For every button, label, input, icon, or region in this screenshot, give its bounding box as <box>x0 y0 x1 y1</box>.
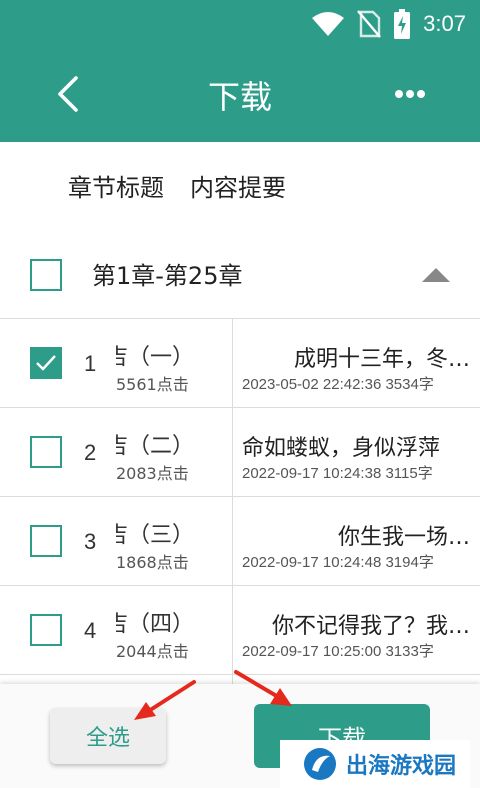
click-count: 1868点击 <box>116 553 189 572</box>
check-icon <box>36 355 56 371</box>
chapter-list: 1 吉（一） 5561点击 成明十三年，冬… 2023-05-02 22:42:… <box>0 318 480 684</box>
watermark-logo-icon <box>304 748 336 780</box>
chapter-title-cell: 吉（四） 2044点击 <box>116 586 230 674</box>
app-header: 3:07 下载 <box>0 0 480 142</box>
chapter-summary: 你不记得我了？我… <box>271 614 470 639</box>
status-time: 3:07 <box>423 11 466 36</box>
chapter-group-header[interactable]: 第1章-第25章 <box>0 248 480 304</box>
chapter-summary: 命如蝼蚁，身似浮萍 <box>242 436 441 461</box>
tab-content-summary[interactable]: 内容提要 <box>190 168 286 203</box>
tab-chapter-title[interactable]: 章节标题 <box>68 168 164 203</box>
watermark-logo: 出海游戏园 <box>280 740 470 788</box>
row-checkbox[interactable] <box>30 347 62 379</box>
chapter-meta: 2022-09-17 10:24:48 3194字 <box>242 554 434 571</box>
watermark-text: 出海游戏园 <box>346 754 457 779</box>
wifi-icon <box>312 12 345 36</box>
chapter-title-cell: 吉（二） 2083点击 <box>116 408 230 496</box>
row-checkbox[interactable] <box>30 436 62 468</box>
row-checkbox[interactable] <box>30 614 62 646</box>
chapter-meta: 2023-05-02 22:42:36 3534字 <box>242 376 434 393</box>
click-count: 2083点击 <box>116 464 189 483</box>
group-checkbox[interactable] <box>30 259 62 291</box>
chapter-title-cell: 吉（三） 1868点击 <box>116 497 230 585</box>
click-count: 2044点击 <box>116 642 189 661</box>
chapter-row[interactable]: 2 吉（二） 2083点击 命如蝼蚁，身似浮萍 2022-09-17 10:24… <box>0 408 480 496</box>
chapter-summary-cell: 你不记得我了？我… 2022-09-17 10:25:00 3133字 <box>242 586 470 674</box>
chapter-number: 3 <box>84 529 97 554</box>
chapter-title: 吉（一） <box>116 345 194 370</box>
chapter-row[interactable]: 4 吉（四） 2044点击 你不记得我了？我… 2022-09-17 10:25… <box>0 586 480 674</box>
group-label: 第1章-第25章 <box>92 262 243 290</box>
click-count: 5561点击 <box>116 375 189 394</box>
chapter-summary-cell: 命如蝼蚁，身似浮萍 2022-09-17 10:24:38 3115字 <box>242 408 470 496</box>
annotation-arrow-icon <box>234 670 292 706</box>
chapter-title: 吉（三） <box>116 523 194 548</box>
chapter-summary-cell: 成明十三年，冬… 2023-05-02 22:42:36 3534字 <box>242 319 470 407</box>
chapter-title: 吉（四） <box>116 612 194 637</box>
annotation-arrow-icon <box>134 680 196 720</box>
chapter-number: 4 <box>84 618 97 643</box>
chapter-row[interactable]: 1 吉（一） 5561点击 成明十三年，冬… 2023-05-02 22:42:… <box>0 319 480 407</box>
status-bar: 3:07 <box>311 8 466 40</box>
chapter-title: 吉（二） <box>116 434 194 459</box>
more-options-icon[interactable] <box>394 84 426 104</box>
chapter-meta: 2022-09-17 10:25:00 3133字 <box>242 643 434 660</box>
chapter-summary: 成明十三年，冬… <box>293 347 470 372</box>
row-checkbox[interactable] <box>30 525 62 557</box>
collapse-triangle-icon[interactable] <box>420 266 452 284</box>
battery-charging-icon <box>394 9 411 39</box>
chapter-row[interactable]: 3 吉（三） 1868点击 你生我一场… 2022-09-17 10:24:48… <box>0 497 480 585</box>
no-sim-icon <box>357 10 382 38</box>
chapter-number: 1 <box>84 351 97 376</box>
chapter-number: 2 <box>84 440 97 465</box>
chapter-summary-cell: 你生我一场… 2022-09-17 10:24:48 3194字 <box>242 497 470 585</box>
column-tabs: 章节标题 内容提要 <box>68 168 286 203</box>
chapter-summary: 你生我一场… <box>337 525 470 550</box>
chapter-title-cell: 吉（一） 5561点击 <box>116 319 230 407</box>
chapter-meta: 2022-09-17 10:24:38 3115字 <box>242 465 433 482</box>
